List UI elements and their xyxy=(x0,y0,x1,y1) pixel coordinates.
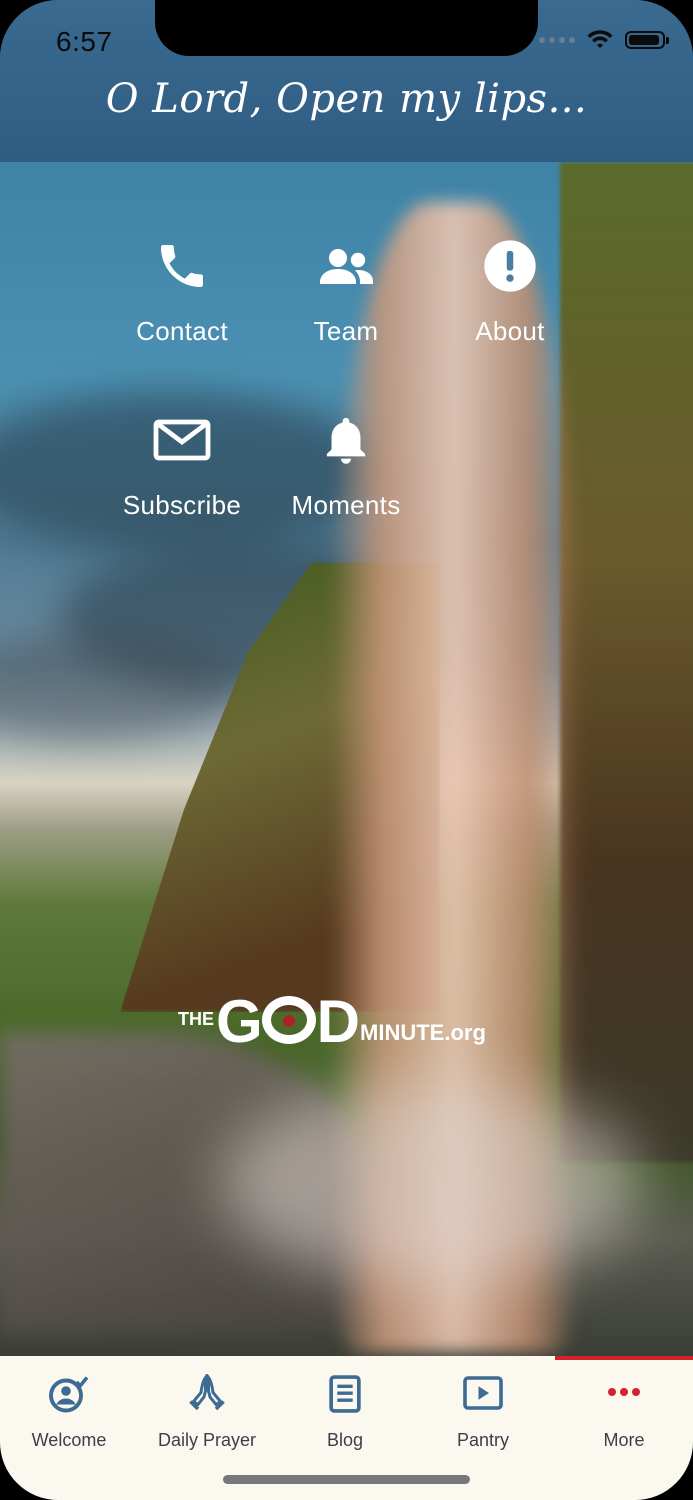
logo-the: THE xyxy=(178,1009,214,1029)
wifi-icon xyxy=(587,30,613,48)
logo-god-g: G xyxy=(216,988,263,1055)
status-icons xyxy=(539,30,669,50)
tab-daily-prayer[interactable]: Daily Prayer xyxy=(138,1356,276,1466)
mist xyxy=(220,1082,640,1282)
menu-item-team[interactable]: Team xyxy=(261,238,431,347)
tab-label-blog: Blog xyxy=(326,1430,364,1450)
tab-label-pantry: Pantry xyxy=(456,1430,510,1450)
menu-item-contact[interactable]: Contact xyxy=(97,238,267,347)
tab-label-daily-prayer: Daily Prayer xyxy=(157,1430,257,1450)
menu-label-moments: Moments xyxy=(291,490,401,520)
signal-icon xyxy=(539,37,575,43)
header-bar: 6:57 O Lord, Open my lips... xyxy=(0,0,693,162)
active-tab-indicator xyxy=(555,1356,693,1360)
tab-pantry[interactable]: Pantry xyxy=(414,1356,552,1466)
more-dots-icon xyxy=(608,1388,640,1396)
logo-o-mark xyxy=(261,996,316,1044)
mail-icon xyxy=(153,419,211,461)
tab-blog[interactable]: Blog xyxy=(276,1356,414,1466)
tab-more[interactable]: More xyxy=(555,1356,693,1466)
app-screen: 6:57 O Lord, Open my lips... Contact Tea… xyxy=(0,0,693,1500)
logo-minute: MINUTE.org xyxy=(360,1020,486,1045)
tab-label-welcome: Welcome xyxy=(31,1430,107,1450)
logo-god: GD xyxy=(216,992,360,1052)
welcome-check-icon xyxy=(49,1376,89,1413)
logo-god-d: D xyxy=(316,988,360,1055)
phone-icon xyxy=(161,245,203,287)
document-icon xyxy=(329,1375,361,1413)
tab-welcome[interactable]: Welcome xyxy=(0,1356,138,1466)
menu-item-about[interactable]: About xyxy=(425,238,595,347)
play-video-icon xyxy=(463,1376,503,1410)
status-time: 6:57 xyxy=(56,26,113,57)
menu-item-subscribe[interactable]: Subscribe xyxy=(97,412,267,521)
info-alert-icon xyxy=(484,240,536,292)
god-minute-logo: THE GD MINUTE.org xyxy=(178,992,486,1052)
menu-label-team: Team xyxy=(313,316,379,346)
notch xyxy=(155,0,538,56)
tab-label-more: More xyxy=(603,1430,645,1450)
menu-label-about: About xyxy=(475,316,545,346)
praying-hands-icon xyxy=(189,1374,225,1411)
menu-item-moments[interactable]: Moments xyxy=(261,412,431,521)
menu-label-contact: Contact xyxy=(136,316,228,346)
page-title: O Lord, Open my lips... xyxy=(105,76,588,122)
bell-icon xyxy=(326,417,366,464)
battery-icon xyxy=(625,31,669,49)
menu-label-subscribe: Subscribe xyxy=(122,490,242,520)
people-icon xyxy=(320,249,373,284)
home-indicator[interactable] xyxy=(223,1475,470,1484)
